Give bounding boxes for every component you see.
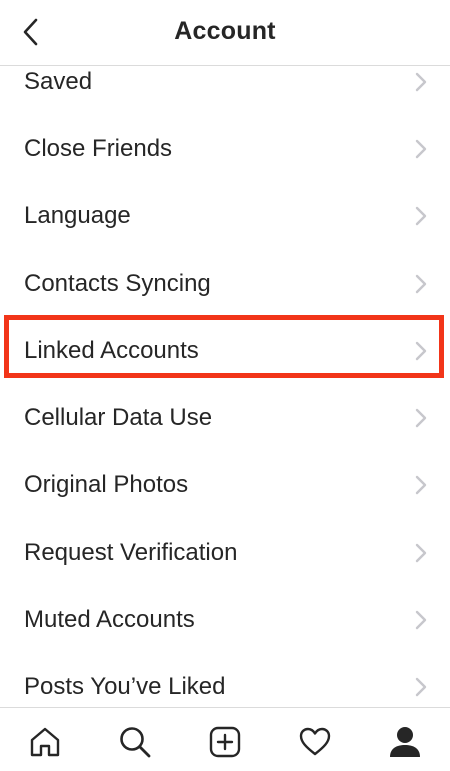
menu-item-label: Cellular Data Use <box>24 404 213 432</box>
search-icon <box>120 727 151 758</box>
menu-item-label: Muted Accounts <box>24 606 195 634</box>
menu-item-label: Linked Accounts <box>24 336 199 364</box>
chevron-right-icon <box>415 274 427 293</box>
tab-profile[interactable] <box>387 724 423 760</box>
menu-item-label: Original Photos <box>24 471 189 499</box>
chevron-right-icon <box>415 543 427 562</box>
settings-list: Saved Close Friends Language Contacts Sy… <box>0 48 450 721</box>
menu-item-contacts-syncing[interactable]: Contacts Syncing <box>0 250 450 317</box>
profile-icon <box>390 727 420 757</box>
chevron-right-icon <box>415 72 427 91</box>
chevron-right-icon <box>415 207 427 226</box>
tab-home[interactable] <box>27 724 63 760</box>
menu-item-original-photos[interactable]: Original Photos <box>0 452 450 519</box>
header: Account <box>0 0 450 66</box>
menu-item-label: Posts You’ve Liked <box>24 673 226 701</box>
menu-item-label: Request Verification <box>24 538 238 566</box>
add-post-icon <box>209 726 241 758</box>
tab-bar <box>0 707 450 771</box>
chevron-right-icon <box>415 139 427 159</box>
menu-item-request-verification[interactable]: Request Verification <box>0 519 450 586</box>
chevron-right-icon <box>415 678 427 697</box>
home-icon <box>30 727 60 757</box>
tab-new-post[interactable] <box>207 724 243 760</box>
menu-item-label: Contacts Syncing <box>24 269 211 297</box>
menu-item-language[interactable]: Language <box>0 183 450 250</box>
chevron-right-icon <box>415 408 427 428</box>
menu-item-close-friends[interactable]: Close Friends <box>0 115 450 182</box>
tab-activity[interactable] <box>297 724 333 760</box>
menu-item-label: Saved <box>24 67 93 95</box>
menu-item-label: Language <box>24 202 131 230</box>
activity-heart-icon <box>299 727 331 756</box>
menu-item-muted-accounts[interactable]: Muted Accounts <box>0 586 450 653</box>
page-title: Account <box>174 17 276 45</box>
chevron-right-icon <box>415 341 427 361</box>
menu-item-cellular-data-use[interactable]: Cellular Data Use <box>0 384 450 451</box>
chevron-right-icon <box>415 476 427 495</box>
menu-item-label: Close Friends <box>24 134 173 162</box>
menu-item-linked-accounts[interactable]: Linked Accounts <box>0 317 450 384</box>
chevron-right-icon <box>415 610 427 630</box>
tab-search[interactable] <box>117 724 153 760</box>
